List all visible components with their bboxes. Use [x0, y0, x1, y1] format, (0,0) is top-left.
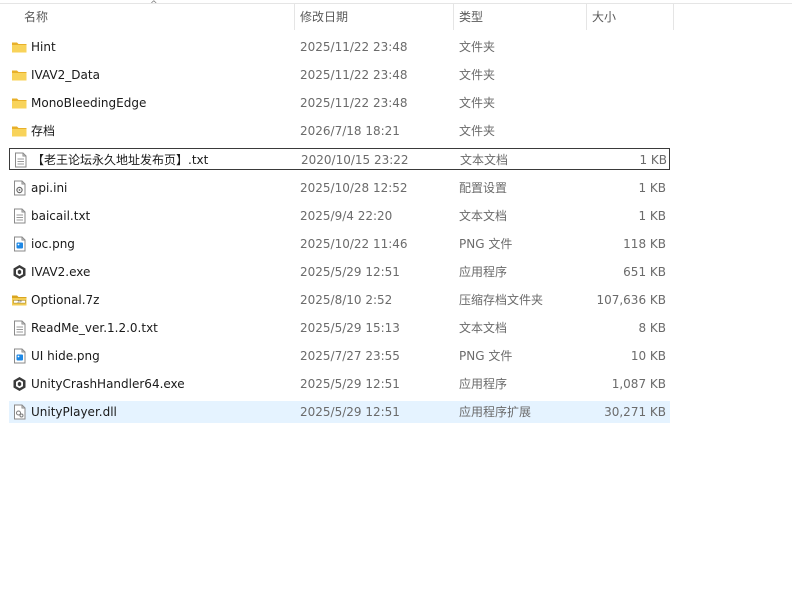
- file-row[interactable]: 【老王论坛永久地址发布页】.txt 2020/10/15 23:22 文本文档 1 K…: [9, 148, 670, 170]
- svg-text:ZIP: ZIP: [17, 300, 22, 304]
- file-name: baicail.txt: [31, 209, 91, 223]
- folder-icon: [11, 120, 29, 142]
- text-file-icon: [11, 317, 29, 339]
- file-size: 1 KB: [639, 153, 667, 167]
- file-row[interactable]: UnityCrashHandler64.exe 2025/5/29 12:51 应用…: [9, 373, 670, 395]
- file-modified-date: 2025/11/22 23:48: [300, 68, 408, 82]
- file-row[interactable]: Hint 2025/11/22 23:48 文件夹: [9, 36, 670, 58]
- file-row[interactable]: IVAV2_Data 2025/11/22 23:48 文件夹: [9, 64, 670, 86]
- file-modified-date: 2020/10/15 23:22: [301, 153, 409, 167]
- file-row[interactable]: IVAV2.exe 2025/5/29 12:51 应用程序 651 KB: [9, 261, 670, 283]
- file-row[interactable]: UnityPlayer.dll 2025/5/29 12:51 应用程序扩展 30,2…: [9, 401, 670, 423]
- file-name: api.ini: [31, 181, 68, 195]
- folder-icon: [11, 36, 29, 58]
- file-size: 10 KB: [630, 349, 666, 363]
- file-modified-date: 2025/5/29 12:51: [300, 377, 400, 391]
- image-file-icon: [11, 345, 29, 367]
- file-size: 8 KB: [638, 321, 666, 335]
- file-type: 应用程序: [459, 265, 508, 279]
- file-size: 107,636 KB: [596, 293, 666, 307]
- vertical-scrollbar[interactable]: [792, 0, 800, 605]
- file-size: 1 KB: [638, 209, 666, 223]
- file-type: 文件夹: [459, 124, 496, 138]
- column-header-size[interactable]: 大小: [592, 4, 672, 30]
- column-header-name[interactable]: 名称: [24, 4, 294, 30]
- column-divider[interactable]: [673, 4, 674, 30]
- folder-icon: [11, 64, 29, 86]
- unity-app-icon: [11, 261, 29, 283]
- file-type: 应用程序: [459, 377, 508, 391]
- file-size: 1 KB: [638, 181, 666, 195]
- file-row[interactable]: MonoBleedingEdge 2025/11/22 23:48 文件夹: [9, 92, 670, 114]
- file-name: UnityPlayer.dll: [31, 405, 117, 419]
- file-name: UnityCrashHandler64.exe: [31, 377, 185, 391]
- file-row[interactable]: ZIP Optional.7z 2025/8/10 2:52 压缩存档文件夹 107,6…: [9, 289, 670, 311]
- file-type: 文本文档: [459, 321, 508, 335]
- file-name: MonoBleedingEdge: [31, 96, 147, 110]
- file-name: IVAV2.exe: [31, 265, 91, 279]
- file-row[interactable]: ReadMe_ver.1.2.0.txt 2025/5/29 15:13 文本文档 8…: [9, 317, 670, 339]
- file-type: 文件夹: [459, 96, 496, 110]
- file-size: 651 KB: [623, 265, 666, 279]
- column-divider[interactable]: [294, 4, 295, 30]
- file-name: Optional.7z: [31, 293, 100, 307]
- file-type: 文本文档: [459, 209, 508, 223]
- file-modified-date: 2025/5/29 12:51: [300, 265, 400, 279]
- file-name: 【老王论坛永久地址发布页】.txt: [32, 153, 209, 167]
- dll-file-icon: [11, 401, 29, 423]
- column-header-date[interactable]: 修改日期: [300, 4, 450, 30]
- file-name: UI hide.png: [31, 349, 100, 363]
- file-size: 118 KB: [623, 237, 666, 251]
- text-file-icon: [12, 149, 30, 171]
- unity-app-icon: [11, 373, 29, 395]
- file-modified-date: 2025/8/10 2:52: [300, 293, 393, 307]
- file-size: [589, 36, 666, 58]
- file-type: 文本文档: [460, 153, 509, 167]
- file-row[interactable]: api.ini 2025/10/28 12:52 配置设置 1 KB: [9, 177, 670, 199]
- column-header: ^ 名称 修改日期 类型 大小: [0, 0, 800, 32]
- file-explorer-view: ^ 名称 修改日期 类型 大小 Hint 2025/11/22 23:48 文件夹 I…: [0, 0, 800, 605]
- file-row[interactable]: ioc.png 2025/10/22 11:46 PNG 文件 118 KB: [9, 233, 670, 255]
- file-modified-date: 2025/5/29 15:13: [300, 321, 400, 335]
- file-modified-date: 2025/7/27 23:55: [300, 349, 400, 363]
- file-size: 1,087 KB: [611, 377, 666, 391]
- file-type: 应用程序扩展: [459, 405, 532, 419]
- file-modified-date: 2026/7/18 18:21: [300, 124, 400, 138]
- text-file-icon: [11, 205, 29, 227]
- file-name: ReadMe_ver.1.2.0.txt: [31, 321, 158, 335]
- column-header-type[interactable]: 类型: [459, 4, 584, 30]
- file-type: 文件夹: [459, 40, 496, 54]
- column-divider[interactable]: [586, 4, 587, 30]
- file-modified-date: 2025/5/29 12:51: [300, 405, 400, 419]
- file-name: 存档: [31, 124, 56, 138]
- file-type: 文件夹: [459, 68, 496, 82]
- file-row[interactable]: baicail.txt 2025/9/4 22:20 文本文档 1 KB: [9, 205, 670, 227]
- archive-icon: ZIP: [11, 289, 29, 311]
- image-file-icon: [11, 233, 29, 255]
- file-modified-date: 2025/9/4 22:20: [300, 209, 393, 223]
- file-name: IVAV2_Data: [31, 68, 100, 82]
- file-name: Hint: [31, 40, 56, 54]
- file-row[interactable]: UI hide.png 2025/7/27 23:55 PNG 文件 10 KB: [9, 345, 670, 367]
- file-size: [589, 92, 666, 114]
- file-size: [589, 120, 666, 142]
- file-modified-date: 2025/10/22 11:46: [300, 237, 408, 251]
- file-modified-date: 2025/11/22 23:48: [300, 96, 408, 110]
- file-modified-date: 2025/11/22 23:48: [300, 40, 408, 54]
- config-file-icon: [11, 177, 29, 199]
- folder-icon: [11, 92, 29, 114]
- file-name: ioc.png: [31, 237, 75, 251]
- file-modified-date: 2025/10/28 12:52: [300, 181, 408, 195]
- file-type: 压缩存档文件夹: [459, 293, 544, 307]
- file-size: 30,271 KB: [604, 405, 666, 419]
- file-size: [589, 64, 666, 86]
- column-divider[interactable]: [453, 4, 454, 30]
- file-type: PNG 文件: [459, 237, 513, 251]
- file-row[interactable]: 存档 2026/7/18 18:21 文件夹: [9, 120, 670, 142]
- file-type: 配置设置: [459, 181, 508, 195]
- file-type: PNG 文件: [459, 349, 513, 363]
